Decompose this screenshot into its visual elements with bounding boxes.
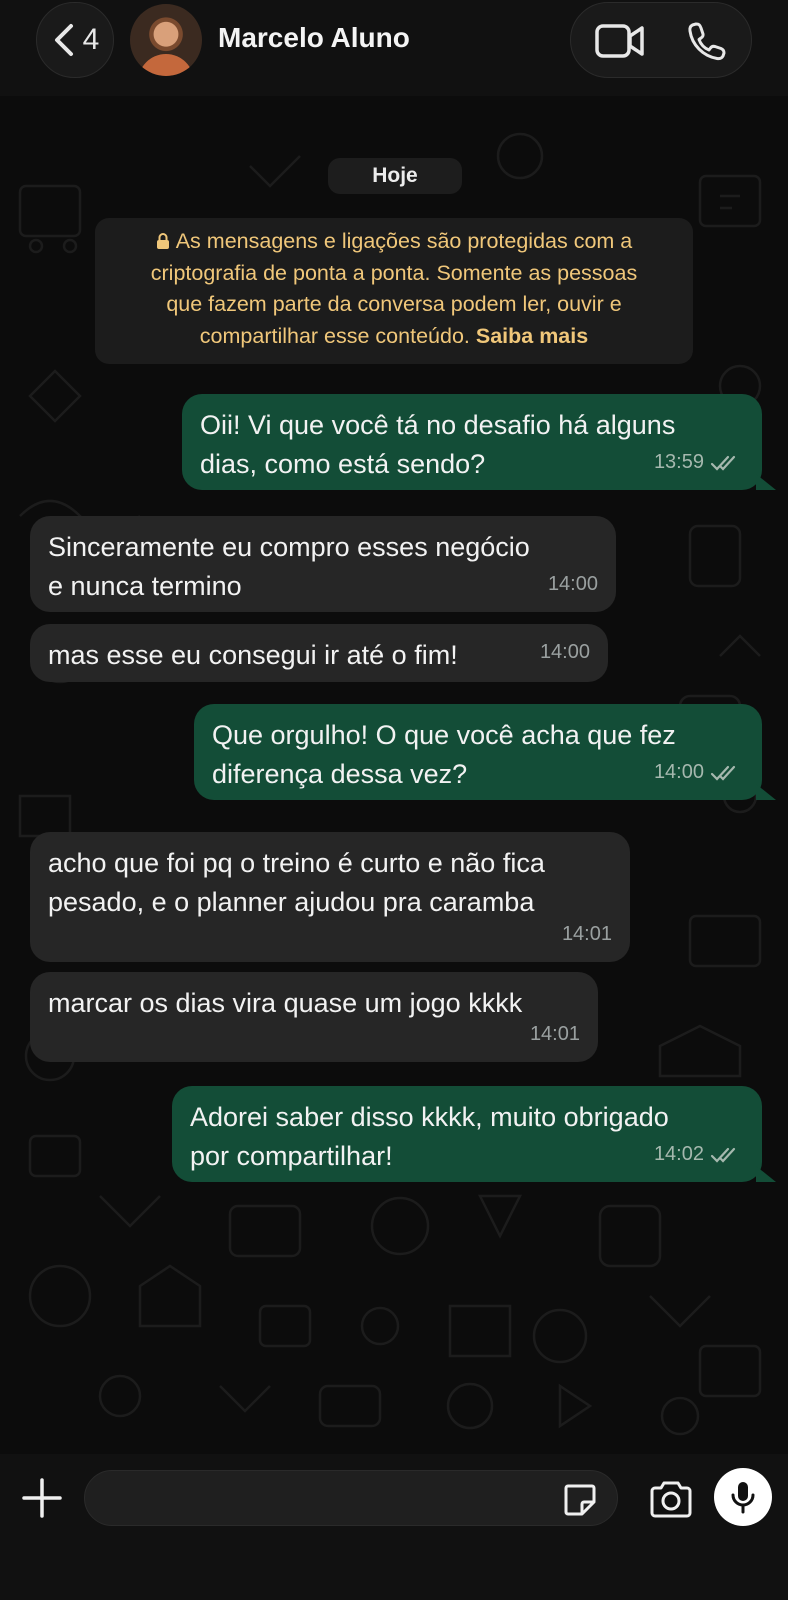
chat-area[interactable]: Hoje As mensagens e ligações são protegi…	[0, 96, 788, 1454]
lock-icon	[156, 233, 169, 249]
message-composer	[0, 1454, 788, 1600]
incoming-message[interactable]: Sinceramente eu compro esses negócio e n…	[30, 516, 616, 612]
video-call-icon[interactable]	[595, 23, 645, 59]
message-time: 14:00	[547, 573, 598, 595]
incoming-message[interactable]: marcar os dias vira quase um jogo kkkk 1…	[30, 972, 598, 1062]
message-text: e nunca termino	[48, 571, 242, 601]
message-time: 14:01	[529, 1023, 580, 1045]
bubble-tail	[756, 474, 776, 490]
read-receipt-icon	[710, 455, 736, 471]
message-time: 14:01	[561, 923, 612, 945]
message-time: 13:59	[653, 451, 704, 473]
outgoing-message[interactable]: Que orgulho! O que você acha que fez dif…	[194, 704, 762, 800]
message-time: 14:00	[539, 641, 590, 663]
notice-line: criptografia de ponta a ponta. Somente a…	[150, 260, 638, 285]
contact-name[interactable]: Marcelo Aluno	[218, 22, 410, 54]
outgoing-message[interactable]: Adorei saber disso kkkk, muito obrigado …	[172, 1086, 762, 1182]
message-text: mas esse eu consegui ir até o fim!	[48, 640, 458, 670]
message-text: marcar os dias vira quase um jogo kkkk	[48, 988, 523, 1018]
avatar[interactable]	[130, 4, 202, 76]
message-text: acho que foi pq o treino é curto e não f…	[48, 848, 545, 878]
phone-icon[interactable]	[687, 21, 727, 61]
bubble-tail	[756, 784, 776, 800]
plus-icon[interactable]	[20, 1476, 64, 1520]
incoming-message[interactable]: mas esse eu consegui ir até o fim! 14:00	[30, 624, 608, 682]
notice-line: que fazem parte da conversa podem ler, o…	[166, 292, 622, 316]
sticker-icon[interactable]	[562, 1482, 598, 1518]
encryption-notice[interactable]: As mensagens e ligações são protegidas c…	[95, 218, 693, 364]
message-time: 14:00	[653, 761, 704, 783]
message-text: Sinceramente eu compro esses negócio	[48, 532, 530, 562]
message-text: Adorei saber disso kkkk, muito obrigado	[190, 1102, 669, 1132]
unread-count: 4	[82, 23, 100, 56]
chevron-left-icon	[54, 24, 73, 56]
camera-icon[interactable]	[648, 1480, 694, 1520]
notice-line: compartilhar esse conteúdo.	[199, 323, 470, 348]
message-text: Que orgulho! O que você acha que fez	[212, 720, 676, 750]
notice-line: As mensagens e ligações são protegidas c…	[175, 229, 633, 253]
microphone-button[interactable]	[714, 1468, 772, 1526]
read-receipt-icon	[710, 765, 736, 781]
message-text: pesado, e o planner ajudou pra caramba	[48, 887, 535, 917]
read-receipt-icon	[710, 1147, 736, 1163]
call-actions	[570, 2, 752, 78]
incoming-message[interactable]: acho que foi pq o treino é curto e não f…	[30, 832, 630, 962]
chat-header: 4 Marcelo Aluno	[0, 0, 788, 96]
outgoing-message[interactable]: Oii! Vi que você tá no desafio há alguns…	[182, 394, 762, 490]
date-divider: Hoje	[328, 158, 462, 194]
learn-more-link[interactable]: Saiba mais	[476, 324, 588, 348]
message-input[interactable]	[84, 1470, 618, 1526]
back-button[interactable]: 4	[36, 2, 114, 78]
bubble-tail	[756, 1166, 776, 1182]
message-time: 14:02	[653, 1143, 704, 1165]
message-text: Oii! Vi que você tá no desafio há alguns	[200, 410, 676, 440]
microphone-icon	[731, 1482, 755, 1514]
